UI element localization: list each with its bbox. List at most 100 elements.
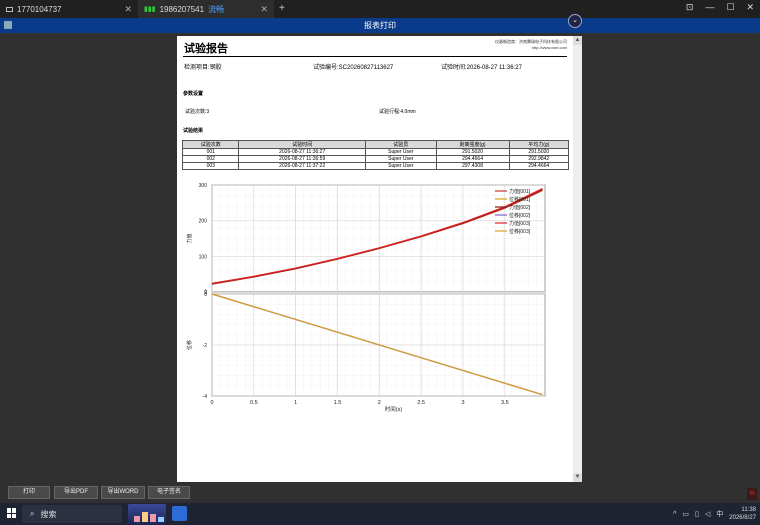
- new-tab-button[interactable]: +: [279, 3, 285, 14]
- table-cell: 294.4664: [435, 155, 510, 163]
- test-stroke: 试验行程:4.0mm: [379, 109, 416, 115]
- table-cell: Super User: [364, 155, 437, 163]
- print-button[interactable]: 打印: [8, 486, 50, 499]
- volume-icon[interactable]: ◁: [705, 510, 710, 518]
- widgets-thumbnail[interactable]: [128, 504, 166, 525]
- app-title-bar: 报表打印: [0, 18, 760, 33]
- table-cell: 2026-08-27 11:37:22: [238, 162, 366, 170]
- close-tab-icon[interactable]: ✕: [124, 4, 132, 15]
- test-code: 试验编号:SC20260827113627: [313, 65, 394, 71]
- company-url: http://www.csei.com: [531, 45, 567, 50]
- column-header: 试验员: [364, 140, 437, 149]
- export-pdf-button[interactable]: 导出PDF: [54, 486, 98, 499]
- legend-label: 位移[001]: [509, 196, 531, 203]
- export-word-button[interactable]: 导出WORD: [101, 486, 145, 499]
- clock-time: 11:38: [741, 507, 756, 513]
- test-item: 检测项目:钢胶: [184, 65, 222, 71]
- tab-label: 1986207541: [159, 4, 205, 14]
- table-cell: 001: [181, 148, 240, 156]
- company-info: 仪器制造商：济南腾瑞电子科技有限公司 http://www.csei.com: [495, 39, 567, 51]
- legend-label: 位移[002]: [509, 212, 531, 219]
- table-cell: 291.5020: [435, 148, 510, 156]
- y-tick-label: 0: [204, 292, 207, 298]
- windows-start-icon[interactable]: [7, 508, 17, 518]
- test-count: 试验次数:3: [185, 109, 210, 115]
- results-heading: 试验结果: [183, 128, 204, 134]
- tray-expand-icon[interactable]: ^: [673, 511, 676, 518]
- x-tick-label: 3.5: [501, 400, 509, 406]
- legend-label: 位移[003]: [509, 228, 531, 235]
- table-header-row: 试验次数 试验时间 试验员 剥离强度(g) 平均力(g): [181, 140, 569, 149]
- x-tick-label: 0.5: [250, 400, 258, 406]
- e-signature-button[interactable]: 电子签名: [148, 486, 190, 499]
- scroll-up-icon[interactable]: ▲: [573, 36, 582, 45]
- table-row: 002 2026-08-27 11:36:59 Super User 294.4…: [181, 155, 569, 163]
- x-tick-label: 2.5: [417, 400, 425, 406]
- connection-status: 流畅: [208, 4, 225, 14]
- legend-label: 力值[002]: [509, 204, 531, 211]
- taskbar-search[interactable]: ⌕ 搜索: [22, 505, 122, 523]
- column-header: 剥离强度(g): [435, 140, 510, 149]
- clock[interactable]: 11:38 2026/8/27: [729, 506, 756, 522]
- table-cell: 002: [181, 155, 240, 163]
- app-taskbar-icon[interactable]: [172, 506, 187, 521]
- scroll-down-icon[interactable]: ▼: [573, 473, 582, 482]
- clock-date: 2026/8/27: [729, 515, 756, 521]
- table-cell: 2026-08-27 11:36:27: [238, 148, 366, 156]
- title-divider: [183, 56, 567, 57]
- minimize-button[interactable]: —: [705, 2, 714, 13]
- y-tick-label: 100: [199, 254, 208, 260]
- table-cell: 2026-08-27 11:36:59: [238, 155, 366, 163]
- app-title: 报表打印: [364, 21, 396, 30]
- close-window-button[interactable]: ✕: [746, 2, 754, 13]
- x-tick-label: 0: [210, 400, 213, 406]
- y-tick-label: -2: [203, 343, 208, 349]
- taskbar: ⌕ 搜索 ^ ▭ ▯ ◁ 中 11:38 2026/8/27: [0, 503, 760, 525]
- monitor-icon: [6, 6, 13, 12]
- fullscreen-button[interactable]: ⊡: [686, 2, 694, 13]
- y-tick-label: -4: [203, 394, 208, 400]
- table-cell: 294.4664: [508, 162, 569, 170]
- column-header: 试验时间: [238, 140, 366, 149]
- x-tick-label: 2: [378, 400, 381, 406]
- search-icon: ⌕: [30, 509, 35, 518]
- table-row: 001 2026-08-27 11:36:27 Super User 291.5…: [181, 148, 569, 156]
- notification-badge[interactable]: %: [747, 488, 757, 500]
- table-cell: Super User: [364, 162, 437, 170]
- legend-label: 力值[001]: [509, 188, 531, 195]
- network-icon[interactable]: ▭: [682, 510, 689, 518]
- column-header: 平均力(g): [508, 140, 569, 149]
- tab-session-1[interactable]: 1770104737 ✕: [0, 0, 138, 18]
- x-tick-label: 1.5: [334, 400, 342, 406]
- report-page: 试验报告 仪器制造商：济南腾瑞电子科技有限公司 http://www.csei.…: [177, 36, 573, 482]
- table-cell: Super User: [364, 148, 437, 156]
- y-tick-label: 200: [199, 219, 208, 225]
- search-placeholder: 搜索: [40, 509, 57, 519]
- y-axis-label: 力值: [186, 233, 193, 243]
- window-controls: ⊡ — ☐ ✕: [686, 2, 754, 13]
- table-cell: 297.4308: [435, 162, 510, 170]
- results-table: 试验次数 试验时间 试验员 剥离强度(g) 平均力(g) 001 2026-08…: [181, 140, 569, 170]
- x-tick-label: 3: [461, 400, 464, 406]
- x-tick-label: 1: [294, 400, 297, 406]
- app-icon: [4, 21, 12, 29]
- signal-icon: ▮▮▮: [144, 6, 156, 13]
- battery-icon[interactable]: ▯: [695, 510, 699, 518]
- tab-label: 1770104737: [17, 4, 62, 14]
- ime-indicator[interactable]: 中: [716, 509, 723, 519]
- column-header: 试验次数: [181, 140, 240, 149]
- system-tray: ^ ▭ ▯ ◁ 中 11:38 2026/8/27: [673, 505, 756, 523]
- tab-session-2[interactable]: ▮▮▮ 1986207541 流畅 ✕: [138, 0, 274, 18]
- collapse-button[interactable]: ⌄: [568, 14, 582, 28]
- close-tab-icon[interactable]: ✕: [260, 4, 268, 15]
- vertical-scrollbar[interactable]: ▲ ▼: [573, 36, 582, 482]
- table-cell: 292.9842: [508, 155, 569, 163]
- x-axis-label: 时间(s): [385, 405, 403, 413]
- force-displacement-chart: 02100200300力值-4-20位移0 0.5 1 1.5 2 2.5 3 3.5时间(s…: [186, 183, 546, 413]
- maximize-button[interactable]: ☐: [726, 2, 734, 13]
- table-cell: 003: [181, 162, 240, 170]
- y-axis-label: 位移: [186, 340, 193, 350]
- legend-label: 力值[003]: [509, 220, 531, 227]
- table-row: 003 2026-08-27 11:37:22 Super User 297.4…: [181, 162, 569, 170]
- params-heading: 参数设置: [183, 91, 204, 97]
